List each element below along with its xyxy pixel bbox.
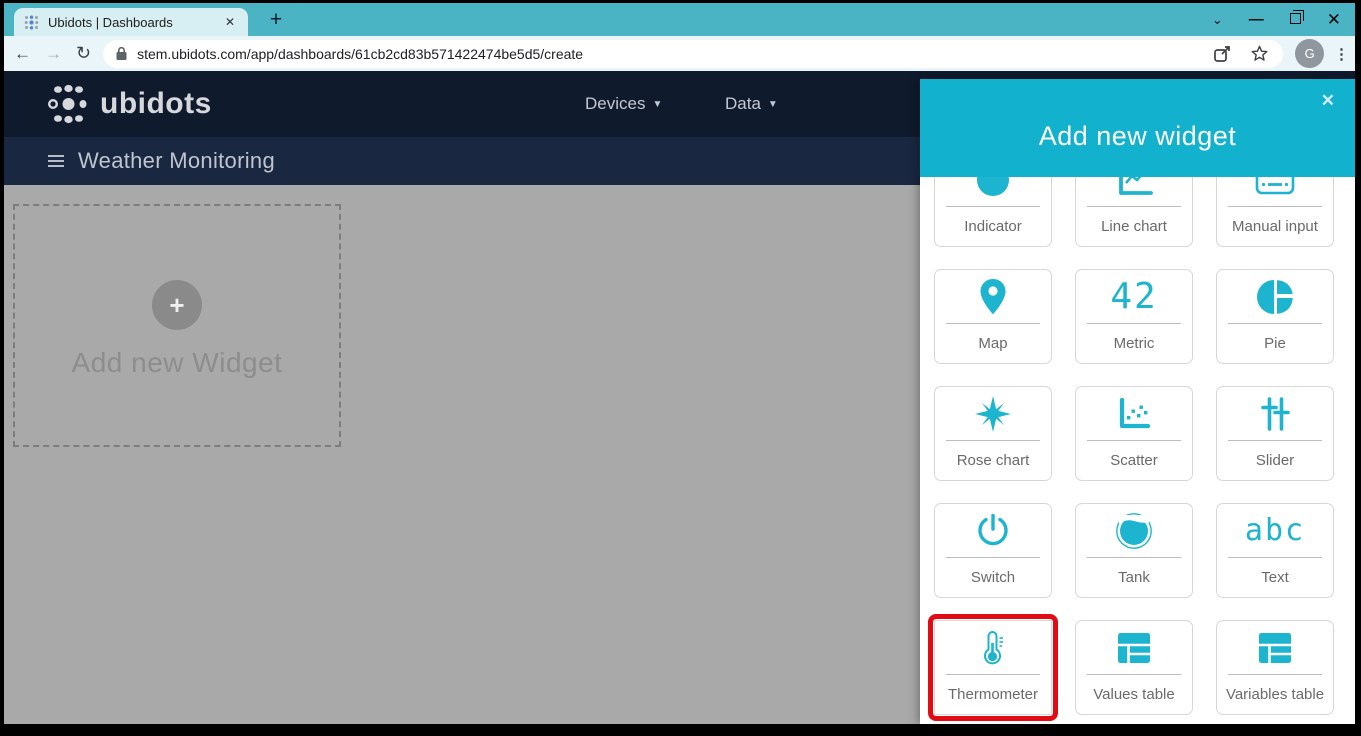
- browser-menu-icon[interactable]: ⋮: [1334, 45, 1349, 63]
- panel-header: Add new widget ✕: [920, 79, 1355, 177]
- widget-card-variables-table[interactable]: Variables table: [1216, 620, 1334, 715]
- avatar[interactable]: G: [1295, 39, 1324, 68]
- widget-label: Indicator: [935, 207, 1051, 246]
- switch-icon: [935, 504, 1051, 557]
- dashboard-canvas: + Add new Widget Indicator Line chart Manu…: [4, 185, 1355, 724]
- window-restore-icon[interactable]: [1290, 12, 1301, 27]
- widget-label: Metric: [1076, 324, 1192, 363]
- widget-label: Rose chart: [935, 441, 1051, 480]
- widget-label: Manual input: [1217, 207, 1333, 246]
- scatter-icon: [1076, 387, 1192, 440]
- widget-card-tank[interactable]: Tank: [1075, 503, 1193, 598]
- widget-label: Variables table: [1217, 675, 1333, 714]
- widget-label: Map: [935, 324, 1051, 363]
- panel-title: Add new widget: [920, 121, 1355, 152]
- widget-card-thermometer[interactable]: Thermometer: [934, 620, 1052, 715]
- url-text: stem.ubidots.com/app/dashboards/61cb2cd8…: [137, 46, 1213, 62]
- reload-icon[interactable]: ↻: [76, 43, 91, 64]
- tab-title: Ubidots | Dashboards: [48, 15, 213, 30]
- browser-toolbar: ← → ↻ stem.ubidots.com/app/dashboards/61…: [4, 36, 1355, 71]
- widget-label: Thermometer: [935, 675, 1051, 714]
- panel-close-icon[interactable]: ✕: [1321, 91, 1335, 111]
- widget-label: Line chart: [1076, 207, 1192, 246]
- widget-label: Switch: [935, 558, 1051, 597]
- browser-tab-strip: Ubidots | Dashboards ✕ + ⌄ — ✕: [4, 3, 1355, 36]
- widget-label: Scatter: [1076, 441, 1192, 480]
- map-icon: [935, 270, 1051, 323]
- nav-devices[interactable]: Devices▼: [585, 71, 662, 137]
- browser-tab[interactable]: Ubidots | Dashboards ✕: [14, 8, 248, 36]
- nav-data[interactable]: Data▼: [725, 71, 778, 137]
- ubidots-app: ubidots Devices▼ Data▼ Weather Monitorin…: [4, 71, 1355, 724]
- address-bar[interactable]: stem.ubidots.com/app/dashboards/61cb2cd8…: [103, 40, 1283, 68]
- brand-wordmark: ubidots: [100, 87, 212, 121]
- tank-icon: [1076, 504, 1192, 557]
- add-widget-label: Add new Widget: [72, 347, 283, 379]
- widget-card-pie[interactable]: Pie: [1216, 269, 1334, 364]
- text-icon: abc: [1217, 504, 1333, 557]
- window-chevron-icon[interactable]: ⌄: [1212, 13, 1223, 26]
- dashboard-title: Weather Monitoring: [78, 148, 275, 174]
- chevron-down-icon: ▼: [652, 99, 662, 110]
- ubidots-logo[interactable]: ubidots: [46, 81, 212, 127]
- rose-chart-icon: [935, 387, 1051, 440]
- chevron-down-icon: ▼: [768, 99, 778, 110]
- widget-card-values-table[interactable]: Values table: [1075, 620, 1193, 715]
- pie-icon: [1217, 270, 1333, 323]
- widget-label: Tank: [1076, 558, 1192, 597]
- add-widget-panel: Indicator Line chart Manual input Map 42Metr…: [920, 79, 1355, 724]
- widget-label: Slider: [1217, 441, 1333, 480]
- lock-icon: [115, 46, 128, 61]
- widget-card-map[interactable]: Map: [934, 269, 1052, 364]
- ubidots-logo-icon: [46, 81, 92, 127]
- values-table-icon: [1076, 621, 1192, 674]
- plus-circle-icon[interactable]: +: [152, 280, 202, 330]
- widget-card-scatter[interactable]: Scatter: [1075, 386, 1193, 481]
- widget-card-slider[interactable]: Slider: [1216, 386, 1334, 481]
- widget-label: Text: [1217, 558, 1333, 597]
- slider-icon: [1217, 387, 1333, 440]
- forward-icon[interactable]: →: [45, 44, 62, 64]
- hamburger-menu-icon[interactable]: [48, 155, 64, 167]
- widget-grid: Indicator Line chart Manual input Map 42Metr…: [934, 152, 1334, 715]
- widget-card-metric[interactable]: 42Metric: [1075, 269, 1193, 364]
- new-tab-button[interactable]: +: [262, 7, 290, 35]
- widget-card-rose-chart[interactable]: Rose chart: [934, 386, 1052, 481]
- add-widget-dropzone[interactable]: + Add new Widget: [13, 204, 341, 447]
- widget-label: Values table: [1076, 675, 1192, 714]
- widget-card-switch[interactable]: Switch: [934, 503, 1052, 598]
- widget-label: Pie: [1217, 324, 1333, 363]
- metric-icon: 42: [1076, 270, 1192, 323]
- browser-window: Ubidots | Dashboards ✕ + ⌄ — ✕ ← → ↻ ste…: [4, 3, 1355, 724]
- variables-table-icon: [1217, 621, 1333, 674]
- share-icon[interactable]: [1213, 45, 1232, 63]
- ubidots-favicon-icon: [24, 15, 39, 30]
- tab-close-icon[interactable]: ✕: [222, 15, 238, 29]
- back-icon[interactable]: ←: [14, 44, 31, 64]
- widget-card-text[interactable]: abcText: [1216, 503, 1334, 598]
- thermometer-icon: [935, 621, 1051, 674]
- bookmark-star-icon[interactable]: [1250, 44, 1269, 63]
- window-close-icon[interactable]: ✕: [1327, 11, 1341, 28]
- window-minimize-icon[interactable]: —: [1249, 12, 1264, 27]
